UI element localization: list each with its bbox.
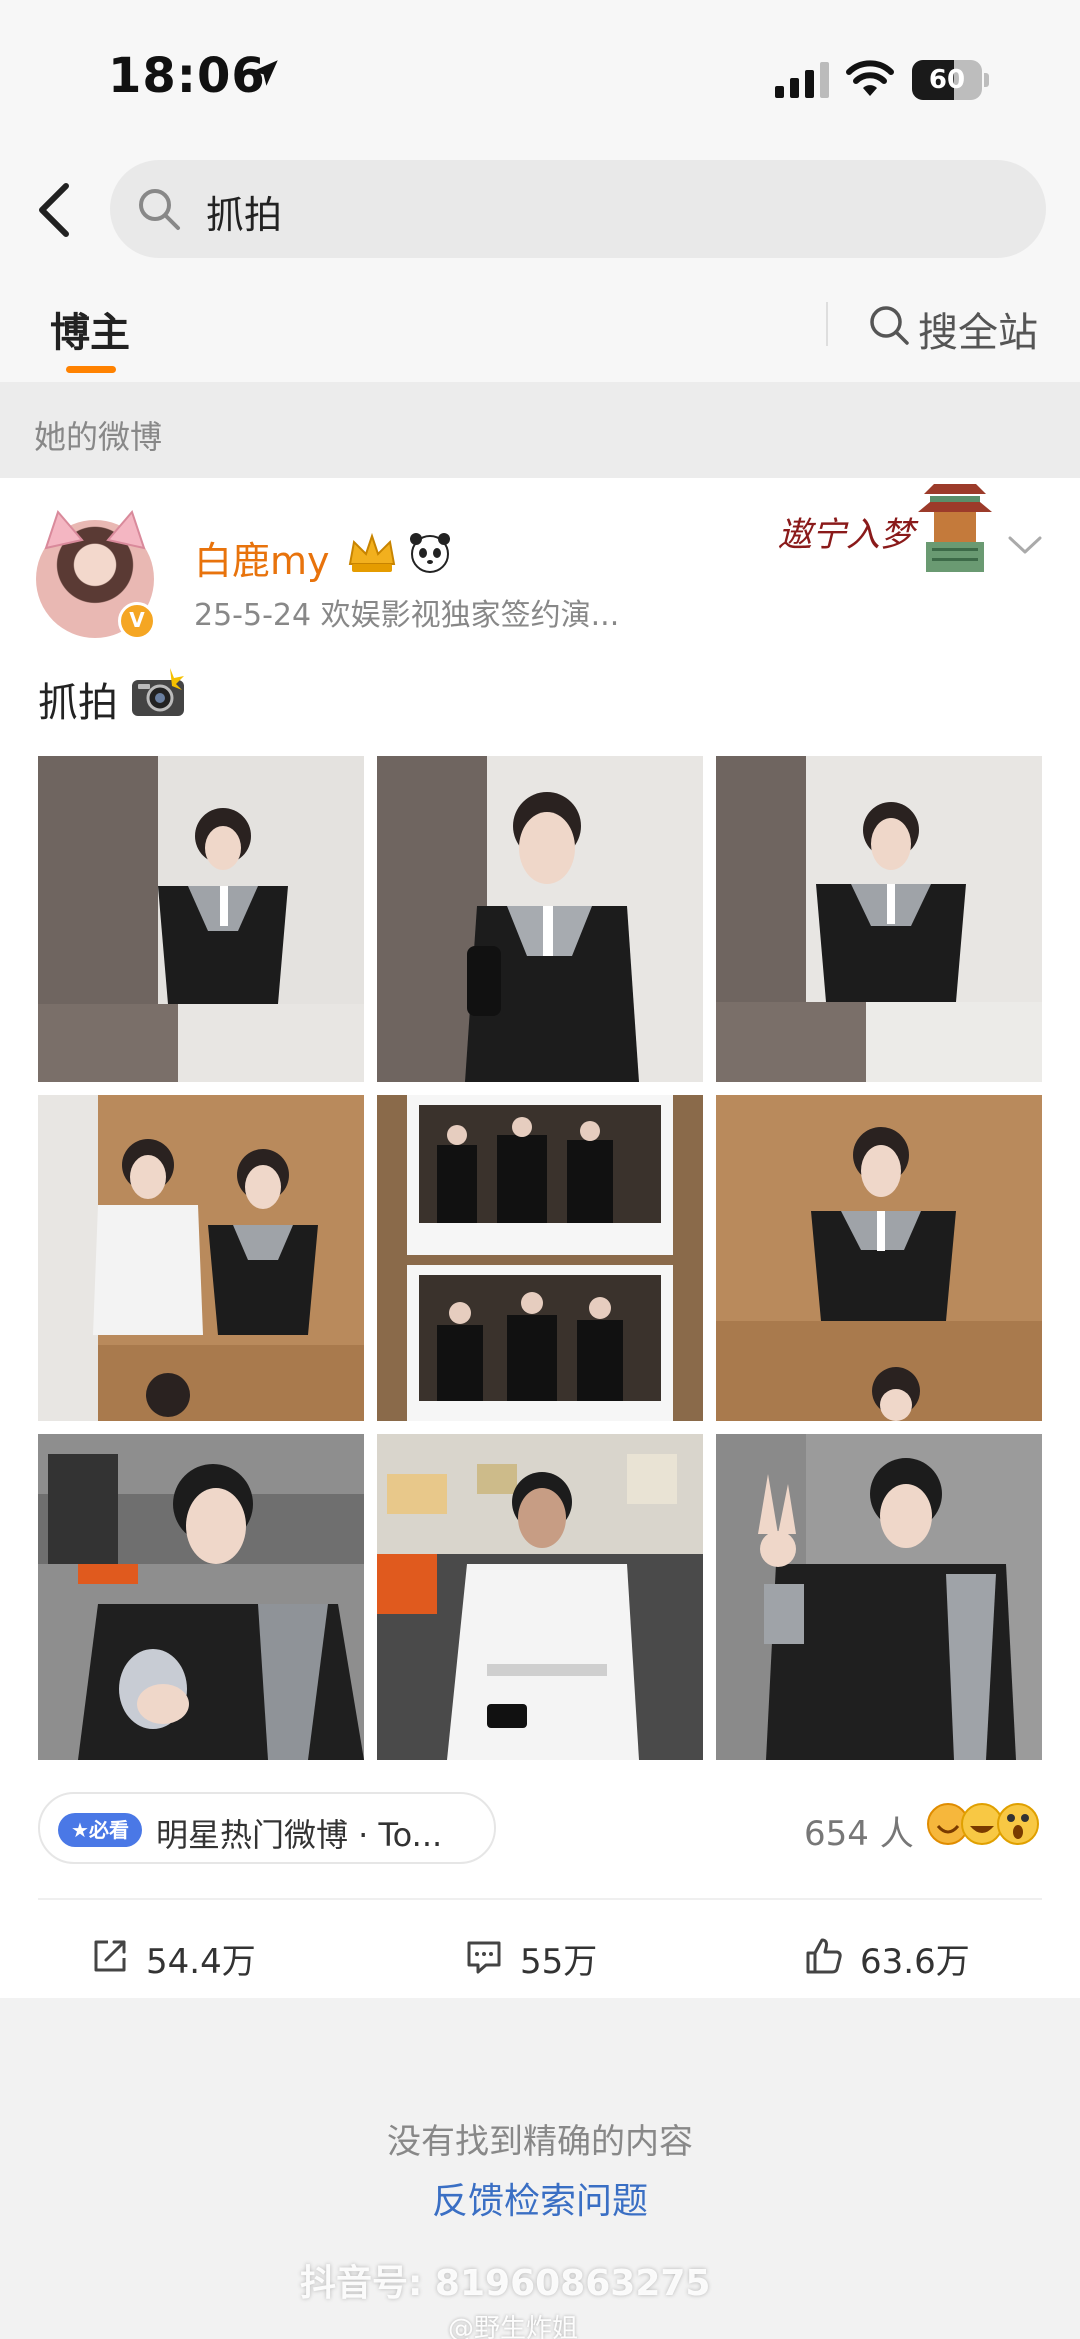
search-all-site-label: 搜全站 bbox=[918, 310, 1038, 356]
author-name[interactable]: 白鹿my bbox=[194, 530, 330, 585]
photo-1[interactable] bbox=[38, 756, 364, 1082]
thumbs-up-icon bbox=[806, 1938, 842, 1974]
empty-state-message: 没有找到精确的内容 bbox=[387, 2122, 693, 2162]
action-divider bbox=[38, 1898, 1042, 1900]
comment-count: 55万 bbox=[520, 1942, 598, 1982]
tab-divider bbox=[826, 302, 828, 346]
back-button[interactable] bbox=[22, 170, 92, 250]
feedback-link[interactable]: 反馈检索问题 bbox=[0, 2172, 1080, 2224]
share-count: 54.4万 bbox=[146, 1942, 256, 1982]
like-count: 63.6万 bbox=[860, 1942, 970, 1982]
section-header: 她的微博 bbox=[0, 382, 1080, 478]
post-card[interactable]: V 白鹿my 25-5-24 欢娱影视独家签约演... 遨宁入梦 抓拍 ★必看 … bbox=[0, 478, 1080, 1998]
photo-grid bbox=[38, 756, 1042, 1760]
tab-blogger[interactable]: 博主 bbox=[50, 300, 130, 358]
photo-5[interactable] bbox=[377, 1095, 703, 1421]
reaction-emojis-icon[interactable] bbox=[924, 1796, 1044, 1852]
chevron-down-icon[interactable] bbox=[1004, 530, 1046, 560]
post-text: 抓拍 bbox=[38, 680, 118, 726]
search-icon bbox=[139, 189, 180, 230]
photo-2[interactable] bbox=[377, 756, 703, 1082]
reactions-count[interactable]: 654 人 bbox=[804, 1806, 914, 1855]
photo-3[interactable] bbox=[716, 756, 1042, 1082]
battery-level: 60 bbox=[928, 65, 966, 95]
must-see-label: 必看 bbox=[88, 1818, 129, 1842]
photo-6[interactable] bbox=[716, 1095, 1042, 1421]
share-icon bbox=[94, 1940, 126, 1972]
camera-flash-icon bbox=[132, 668, 184, 716]
photo-7[interactable] bbox=[38, 1434, 364, 1760]
search-query: 抓拍 bbox=[206, 193, 283, 237]
crown-panda-badges-icon bbox=[348, 532, 450, 573]
photo-8[interactable] bbox=[377, 1434, 703, 1760]
watermark-text: 抖音号: 81960863275 bbox=[300, 2263, 711, 2304]
must-see-badge: ★必看 bbox=[58, 1813, 142, 1847]
watermark-handle: @野生炸姐 bbox=[448, 2314, 579, 2339]
battery-indicator: 60 bbox=[912, 60, 989, 100]
status-time: 18:06 bbox=[108, 48, 266, 104]
photo-9[interactable] bbox=[716, 1434, 1042, 1760]
avatar[interactable]: V bbox=[36, 510, 156, 640]
star-icon: ★ bbox=[71, 1818, 89, 1842]
photo-4[interactable] bbox=[38, 1095, 364, 1421]
search-header: 抓拍 bbox=[0, 150, 1080, 270]
section-label: 她的微博 bbox=[34, 418, 163, 456]
search-input[interactable]: 抓拍 bbox=[110, 160, 1046, 258]
cellular-signal-icon bbox=[775, 62, 829, 98]
tab-active-indicator bbox=[66, 366, 116, 373]
topic-text: 明星热门微博 · To... bbox=[156, 1816, 443, 1854]
svg-text:遨宁入梦: 遨宁入梦 bbox=[778, 515, 919, 555]
search-icon bbox=[870, 306, 909, 345]
wifi-icon bbox=[846, 60, 894, 96]
event-banner-pavilion-icon[interactable]: 遨宁入梦 bbox=[776, 478, 996, 578]
status-bar: 18:06 60 bbox=[0, 0, 1080, 150]
topic-tag[interactable]: ★必看 明星热门微博 · To... bbox=[38, 1792, 496, 1864]
location-arrow-icon bbox=[252, 60, 278, 86]
comment-icon bbox=[467, 1941, 501, 1974]
verified-badge-icon: V bbox=[118, 602, 156, 640]
tab-bar: 博主 搜全站 bbox=[0, 270, 1080, 382]
post-meta: 25-5-24 欢娱影视独家签约演... bbox=[194, 598, 620, 633]
cat-ears-icon bbox=[44, 510, 146, 550]
